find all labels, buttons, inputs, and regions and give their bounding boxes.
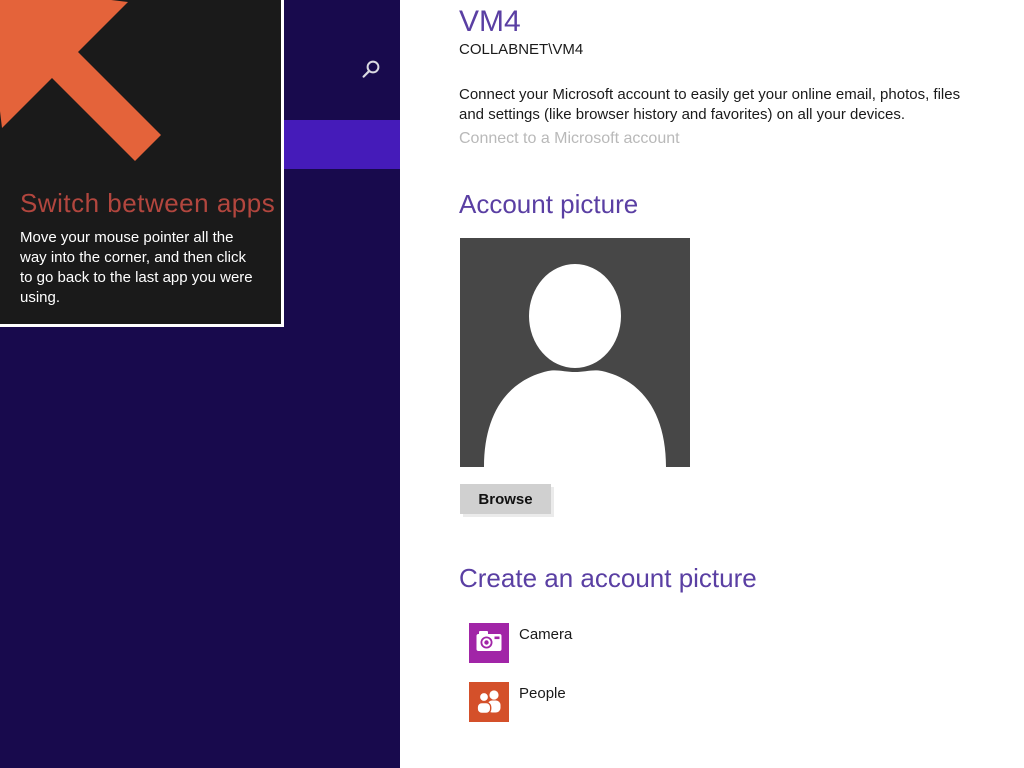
camera-icon — [475, 628, 503, 659]
description-line: and settings (like browser history and f… — [459, 106, 906, 123]
people-icon — [475, 687, 503, 718]
tooltip-body-line: way into the corner, and then click — [20, 249, 246, 266]
tooltip-body-line: Move your mouse pointer all the — [20, 229, 234, 246]
people-label: People — [519, 685, 566, 702]
camera-app-item[interactable]: Camera — [469, 623, 572, 663]
create-account-picture-heading: Create an account picture — [459, 563, 757, 593]
account-picture-heading: Account picture — [459, 189, 639, 219]
tooltip-body-line: using. — [20, 289, 61, 306]
tooltip-title: Switch between apps — [20, 188, 276, 218]
switch-apps-tooltip: Switch between apps Move your mouse poin… — [0, 0, 284, 327]
browse-button[interactable]: Browse — [460, 484, 551, 514]
account-domain-name: COLLABNET\VM4 — [459, 41, 584, 58]
search-icon — [358, 60, 384, 87]
people-app-item[interactable]: People — [469, 682, 566, 722]
microsoft-account-description: Connect your Microsoft account to easily… — [459, 85, 960, 125]
account-settings-panel: VM4 COLLABNET\VM4 Connect your Microsoft… — [400, 0, 1024, 768]
search-button[interactable] — [358, 57, 384, 83]
account-picture-avatar — [460, 238, 690, 467]
tooltip-body-line: to go back to the last app you were — [20, 269, 253, 286]
description-line: Connect your Microsoft account to easily… — [459, 86, 961, 103]
page-title: VM4 — [459, 5, 521, 38]
camera-tile[interactable] — [469, 623, 509, 663]
camera-label: Camera — [519, 626, 573, 643]
arrow-up-left-icon — [0, 0, 180, 175]
people-tile[interactable] — [469, 682, 509, 722]
tooltip-body: Move your mouse pointer all the way into… — [20, 228, 253, 308]
connect-microsoft-account-link[interactable]: Connect to a Microsoft account — [459, 130, 680, 148]
